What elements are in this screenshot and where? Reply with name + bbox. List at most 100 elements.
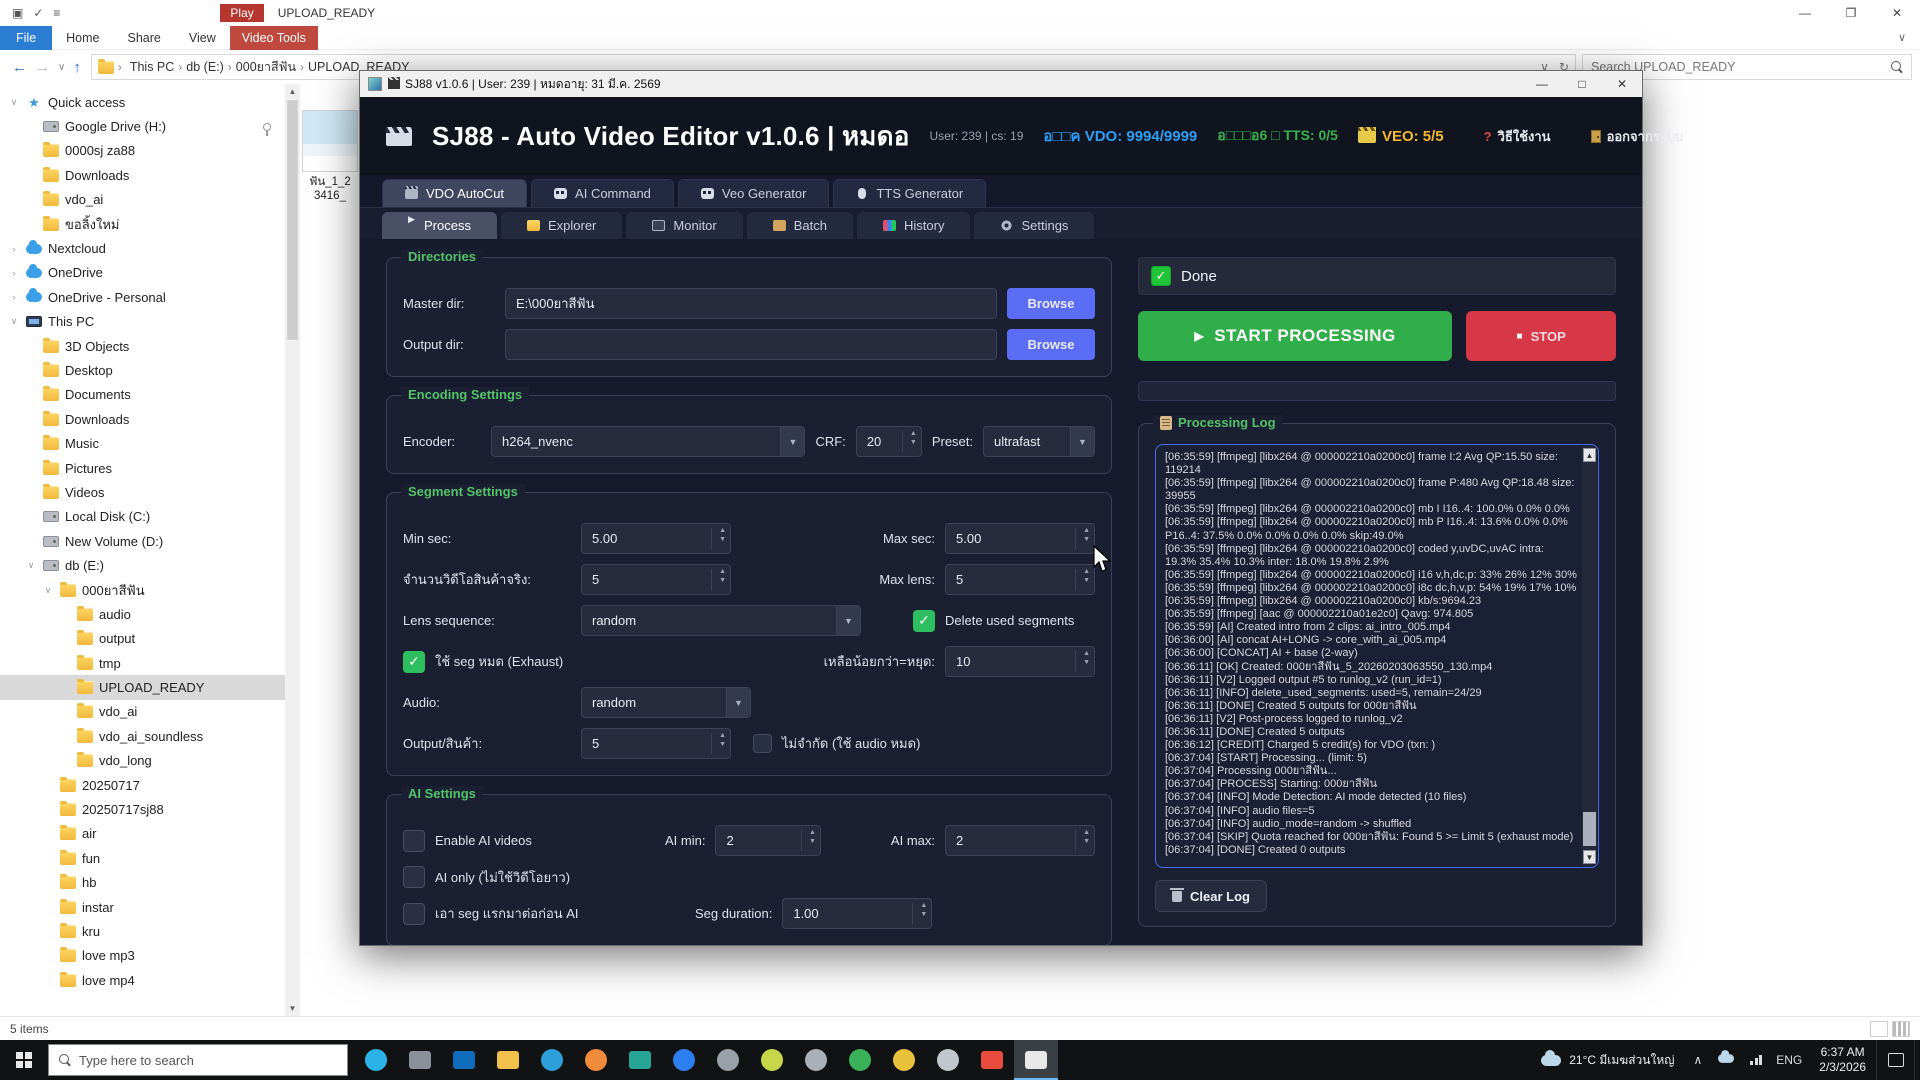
weather-widget[interactable]: 21°C มีเมฆส่วนใหญ่ [1529, 1051, 1686, 1070]
explorer-close-button[interactable]: ✕ [1874, 0, 1920, 26]
chrome-profile-icon-1[interactable] [750, 1040, 794, 1080]
sidebar-item-vdo-ai-soundless[interactable]: vdo_ai_soundless [0, 724, 285, 748]
sidebar-item-000[interactable]: ∨000ยาสีฟัน [0, 578, 285, 602]
scroll-up-icon[interactable]: ▲ [285, 84, 300, 99]
output-dir-input[interactable] [505, 329, 997, 360]
sidebar-item-downloads[interactable]: Downloads [0, 407, 285, 431]
details-view-icon[interactable] [1870, 1021, 1888, 1037]
ribbon-tab-home[interactable]: Home [52, 28, 113, 48]
file-explorer-icon[interactable] [486, 1040, 530, 1080]
qat-check-icon[interactable]: ✓ [33, 6, 43, 20]
crf-input[interactable]: 20 ▲▼ [856, 426, 922, 457]
real-video-count-input[interactable]: 5 ▲▼ [581, 564, 731, 595]
settings-icon[interactable] [926, 1040, 970, 1080]
action-center-button[interactable] [1876, 1040, 1914, 1080]
tab-tts-generator[interactable]: TTS Generator [833, 179, 986, 207]
spinner-icon[interactable]: ▲▼ [1083, 527, 1090, 544]
sidebar-item-google-drive-h[interactable]: Google Drive (H:) [0, 114, 285, 138]
output-per-product-input[interactable]: 5 ▲▼ [581, 728, 731, 759]
delete-used-checkbox[interactable]: ✓ [913, 610, 935, 632]
clear-log-button[interactable]: Clear Log [1155, 880, 1267, 912]
help-link[interactable]: ? วิธีใช้งาน [1484, 126, 1551, 147]
chevron-icon[interactable]: › [8, 268, 20, 278]
recent-locations-icon[interactable]: ∨ [58, 62, 65, 73]
min-sec-input[interactable]: 5.00 ▲▼ [581, 523, 731, 554]
subtab-history[interactable]: History [857, 212, 970, 239]
chevron-icon[interactable]: › [8, 292, 20, 302]
spinner-icon[interactable]: ▲▼ [809, 829, 816, 846]
sidebar-item-kru[interactable]: kru [0, 919, 285, 943]
start-button[interactable] [0, 1040, 48, 1080]
quick-access-toolbar[interactable]: ▣ ✓ ≡ [0, 6, 70, 20]
stop-button[interactable]: ■ STOP [1466, 311, 1616, 361]
sidebar-item-fun[interactable]: fun [0, 846, 285, 870]
ribbon-video-tools[interactable]: Video Tools [230, 26, 318, 50]
sidebar-item-instar[interactable]: instar [0, 895, 285, 919]
subtab-explorer[interactable]: Explorer [501, 212, 622, 239]
sidebar-item-videos[interactable]: Videos [0, 480, 285, 504]
log-box[interactable]: [06:35:59] [ffmpeg] [libx264 @ 000002210… [1155, 444, 1599, 868]
log-scrollbar[interactable]: ▲ ▼ [1582, 446, 1597, 866]
master-dir-input[interactable]: E:\000ยาสีฟัน [505, 288, 997, 319]
max-sec-input[interactable]: 5.00 ▲▼ [945, 523, 1095, 554]
scrollbar-thumb[interactable] [287, 100, 298, 340]
exhaust-checkbox[interactable]: ✓ [403, 651, 425, 673]
sidebar-scrollbar[interactable]: ▲ ▼ [285, 84, 300, 1016]
tab-ai-command[interactable]: AI Command [531, 179, 674, 207]
chevron-icon[interactable]: ∨ [8, 97, 20, 108]
ai-min-input[interactable]: 2 ▲▼ [715, 825, 820, 856]
output-browse-button[interactable]: Browse [1007, 329, 1095, 360]
sidebar-item-local-disk-c[interactable]: Local Disk (C:) [0, 505, 285, 529]
sidebar-item-20250717[interactable]: 20250717 [0, 773, 285, 797]
remain-stop-input[interactable]: 10 ▲▼ [945, 646, 1095, 677]
clock[interactable]: 6:37 AM 2/3/2026 [1809, 1045, 1876, 1075]
spinner-icon[interactable]: ▲▼ [1083, 568, 1090, 585]
sidebar-item-love-mp4[interactable]: love mp4 [0, 968, 285, 992]
sidebar-item-nextcloud[interactable]: ›Nextcloud [0, 236, 285, 260]
max-lens-input[interactable]: 5 ▲▼ [945, 564, 1095, 595]
language-indicator[interactable]: ENG [1769, 1053, 1809, 1067]
lens-sequence-select[interactable]: random ▼ [581, 605, 861, 636]
video-tools-play-badge[interactable]: Play [220, 4, 263, 22]
spinner-icon[interactable]: ▲▼ [1083, 829, 1090, 846]
sidebar-item-downloads[interactable]: Downloads [0, 163, 285, 187]
sidebar-item-this-pc[interactable]: ∨This PC [0, 310, 285, 334]
network-icon[interactable] [1743, 1055, 1769, 1065]
sidebar-item-air[interactable]: air [0, 822, 285, 846]
sidebar-item-love-mp3[interactable]: love mp3 [0, 944, 285, 968]
sidebar-item-new-volume-d[interactable]: New Volume (D:) [0, 529, 285, 553]
ai-only-checkbox[interactable]: ✓ [403, 866, 425, 888]
back-button[interactable]: ← [12, 59, 27, 76]
person-app-icon[interactable] [574, 1040, 618, 1080]
master-browse-button[interactable]: Browse [1007, 288, 1095, 319]
sj88-close-button[interactable]: ✕ [1602, 71, 1642, 97]
sj88-titlebar[interactable]: SJ88 v1.0.6 | User: 239 | หมดอายุ: 31 มี… [360, 71, 1642, 97]
breadcrumb-segment-this-pc[interactable]: This PC [126, 60, 178, 74]
sidebar-item-db-e[interactable]: ∨db (E:) [0, 553, 285, 577]
tab-vdo-autocut[interactable]: VDO AutoCut [382, 179, 527, 207]
sidebar-item-pictures[interactable]: Pictures [0, 456, 285, 480]
chevron-icon[interactable]: ∨ [42, 585, 54, 596]
ribbon-collapse-icon[interactable]: ∨ [1898, 31, 1906, 44]
enable-ai-checkbox[interactable]: ✓ [403, 830, 425, 852]
breadcrumb-segment-db-e[interactable]: db (E:) [182, 60, 228, 74]
explorer-maximize-button[interactable]: ❐ [1828, 0, 1874, 26]
logout-link[interactable]: ออกจากระบบ [1591, 126, 1684, 147]
sj88-minimize-button[interactable]: — [1522, 71, 1562, 97]
chevron-icon[interactable]: › [8, 244, 20, 254]
sj88-app-icon[interactable] [1014, 1040, 1058, 1080]
sidebar-item-upload-ready[interactable]: UPLOAD_READY [0, 675, 285, 699]
chrome-profile-icon-3[interactable] [838, 1040, 882, 1080]
onedrive-tray-icon[interactable] [1709, 1053, 1743, 1067]
start-processing-button[interactable]: ▶ START PROCESSING [1138, 311, 1452, 361]
store-icon[interactable] [442, 1040, 486, 1080]
spinner-icon[interactable]: ▲▼ [719, 732, 726, 749]
explorer-minimize-button[interactable]: — [1782, 0, 1828, 26]
subtab-monitor[interactable]: Monitor [626, 212, 742, 239]
taskbar-search-input[interactable]: Type here to search [48, 1044, 348, 1076]
sidebar-item-music[interactable]: Music [0, 431, 285, 455]
back-arrow-app-icon[interactable] [706, 1040, 750, 1080]
audio-select[interactable]: random ▼ [581, 687, 751, 718]
anydesk-icon[interactable] [970, 1040, 1014, 1080]
spinner-icon[interactable]: ▲▼ [719, 527, 726, 544]
